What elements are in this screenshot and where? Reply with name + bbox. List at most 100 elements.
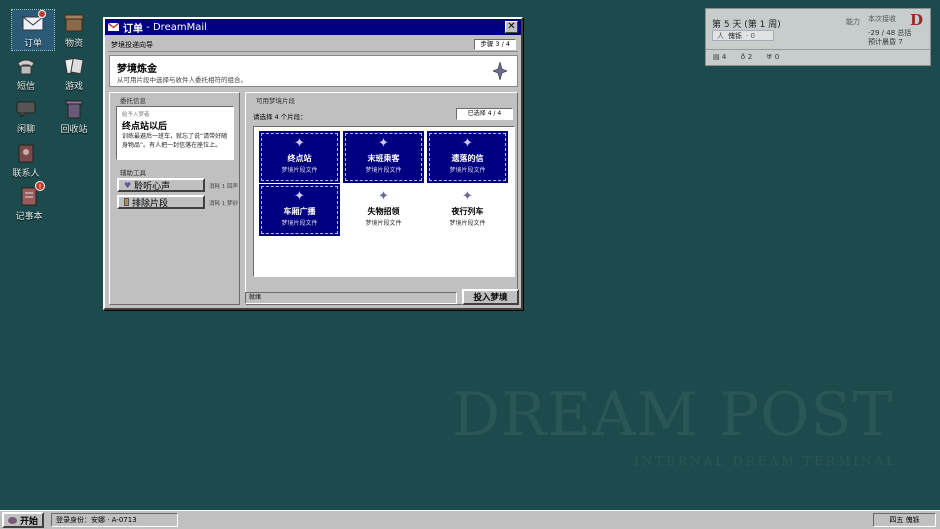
mode-label: 傀铄 <box>728 31 742 40</box>
crystal-icon: ✦ <box>462 136 473 151</box>
window-titlebar[interactable]: 订单 - DreamMail ✕ <box>105 19 521 35</box>
trash-icon <box>63 98 85 120</box>
desktop-icon-messages[interactable]: 短信 <box>5 55 47 92</box>
submit-dream-button[interactable]: 投入梦境 <box>462 289 519 305</box>
wizard-bar: 梦境投递向导 步骤 3 / 4 <box>108 38 518 52</box>
desktop-icon-label: 物资 <box>64 39 83 49</box>
envelope-icon <box>22 10 46 34</box>
fragment-name: 终点站 <box>287 154 312 163</box>
desktop-icon-label: 游戏 <box>64 82 83 92</box>
fragment-sub: 梦境片段文件 <box>365 220 402 227</box>
status-label-a: 能力 <box>846 18 860 26</box>
resource-counts: ▤ 4 ♁ 2 ♅ 0 <box>713 53 779 61</box>
desktop-icon-label: 联系人 <box>12 169 40 179</box>
desktop-icon-label: 记事本 <box>15 212 43 222</box>
fragments-instruction: 请选择 4 个片段： <box>253 113 307 121</box>
heart-icon: ♥ <box>124 180 132 190</box>
desktop-icon-games[interactable]: 游戏 <box>53 55 95 92</box>
selection-counter: 已选择 4 / 4 <box>456 108 513 120</box>
login-identity: 登录身份：安娜 · A-0713 <box>51 513 178 527</box>
fragment-card[interactable]: ✦ 终点站 梦境片段文件 <box>259 131 340 183</box>
fragment-sub: 梦境片段文件 <box>449 220 486 227</box>
left-panel: 委托信息 给予入梦者 终点站以后 训练最避后一班车，就忘了说“请带好随身物品”。… <box>109 92 240 305</box>
fragment-card[interactable]: ✦ 末班乘客 梦境片段文件 <box>343 131 424 183</box>
tools-title: 辅助工具 <box>120 169 146 177</box>
desktop-icon-chat[interactable]: 闲聊 <box>5 98 47 135</box>
fragment-sub: 梦境片段文件 <box>281 220 318 227</box>
desktop-icon-label: 回收站 <box>60 125 88 135</box>
fragment-name: 失物招领 <box>367 207 400 216</box>
fragment-grid: ✦ 终点站 梦境片段文件 ✦ 末班乘客 梦境片段文件 ✦ 遗落的信 梦境片段文件… <box>253 126 515 277</box>
exclude-cost: 消耗 1 梦砂 <box>209 201 238 207</box>
start-label: 开始 <box>20 516 39 527</box>
watermark-title: DREAM POST <box>452 380 894 450</box>
listen-button[interactable]: ♥ 聆听心声 <box>117 178 205 192</box>
desktop-icon-label: 短信 <box>16 82 35 92</box>
crystal-icon: ✦ <box>462 189 473 204</box>
page-heading: 梦境炼金 <box>117 64 157 75</box>
commission-title: 终点站以后 <box>122 122 168 132</box>
notification-badge <box>38 10 46 18</box>
crystal-icon: ✦ <box>294 189 305 204</box>
listen-cost: 消耗 1 回声 <box>209 184 238 190</box>
section-title: 委托信息 <box>120 97 146 105</box>
resource-item: ♁ 2 <box>740 53 753 61</box>
exclude-label: 排除片段 <box>132 198 169 209</box>
start-button[interactable]: 开始 <box>2 512 44 528</box>
chat-icon <box>15 98 37 120</box>
mode-tag: 人 <box>717 31 724 40</box>
crystal-icon: ✦ <box>294 136 305 151</box>
dreammail-window: 订单 - DreamMail ✕ 梦境投递向导 步骤 3 / 4 梦境炼金 从可… <box>103 17 523 310</box>
wizard-label: 梦境投递向导 <box>111 40 153 49</box>
step-indicator: 步骤 3 / 4 <box>474 39 516 50</box>
desktop-icon-label: 订单 <box>23 39 42 49</box>
sand-jar-icon <box>124 198 129 206</box>
fragment-sub: 梦境片段文件 <box>365 167 402 174</box>
fragment-sub: 梦境片段文件 <box>449 167 486 174</box>
crystal-icon: ✦ <box>378 136 389 151</box>
status-panel: 第 5 天 (第 1 周) 人 傀铄 · 0 能力 本次接收 -29 / 48 … <box>705 8 931 66</box>
start-icon <box>8 516 17 524</box>
resource-item: ▤ 4 <box>713 53 727 61</box>
system-tray: 四五 傀铄 <box>873 513 936 527</box>
fragment-name: 车厢广播 <box>283 207 316 216</box>
window-title: 订单 <box>123 23 143 35</box>
window-app-name: - DreamMail <box>146 21 207 33</box>
fragment-card[interactable]: ✦ 失物招领 梦境片段文件 <box>343 184 424 236</box>
fragment-card[interactable]: ✦ 夜行列车 梦境片段文件 <box>427 184 508 236</box>
fragment-name: 遗落的信 <box>451 154 484 163</box>
mode-extra: · 0 <box>746 31 755 40</box>
phone-icon <box>15 55 37 77</box>
status-label-b: 本次接收 <box>868 15 896 23</box>
status-bar: 就绪 <box>245 292 457 304</box>
watermark-subtitle: INTERNAL DREAM TERMINAL <box>634 454 898 468</box>
close-button[interactable]: ✕ <box>505 21 518 33</box>
mode-chip: 人 傀铄 · 0 <box>712 30 774 41</box>
right-panel: 可用梦境片段 请选择 4 个片段： 已选择 4 / 4 ✦ 终点站 梦境片段文件… <box>245 92 518 305</box>
desktop-icon-orders[interactable]: 订单 <box>11 9 55 51</box>
desktop-icon-recycle-bin[interactable]: 回收站 <box>53 98 95 135</box>
commission-text: 训练最避后一班车，就忘了说“请带好随身物品”。有人把一封信落在座位上。 <box>122 133 228 149</box>
bottle-icon: ♁ <box>740 53 746 61</box>
notepad-icon: ! <box>18 181 45 207</box>
listen-label: 聆听心声 <box>134 181 171 192</box>
cards-icon <box>63 55 85 77</box>
commission-card: 给予入梦者 终点站以后 训练最避后一班车，就忘了说“请带好随身物品”。有人把一封… <box>116 106 234 160</box>
fragment-card[interactable]: ✦ 车厢广播 梦境片段文件 <box>259 184 340 236</box>
jar-icon: ♅ <box>766 53 773 61</box>
fragments-title: 可用梦境片段 <box>256 97 295 105</box>
mail-icon <box>108 23 119 31</box>
ticket-icon: ▤ <box>713 53 720 61</box>
crystal-icon <box>492 60 508 83</box>
fragment-name: 末班乘客 <box>367 154 400 163</box>
exclude-button[interactable]: 排除片段 <box>117 195 205 209</box>
desktop-icon-contacts[interactable]: 联系人 <box>5 142 47 179</box>
wizard-header: 梦境炼金 从可用片段中选择与收件人委托相符的组合。 <box>109 55 518 87</box>
page-subheading: 从可用片段中选择与收件人委托相符的组合。 <box>117 76 247 84</box>
desktop-icon-label: 闲聊 <box>16 125 35 135</box>
desktop-icon-notepad[interactable]: ! 记事本 <box>8 181 50 222</box>
desktop-icon-supplies[interactable]: 物资 <box>53 12 95 49</box>
fragment-card[interactable]: ✦ 遗落的信 梦境片段文件 <box>427 131 508 183</box>
contacts-book-icon <box>15 142 37 164</box>
crystal-icon: ✦ <box>378 189 389 204</box>
